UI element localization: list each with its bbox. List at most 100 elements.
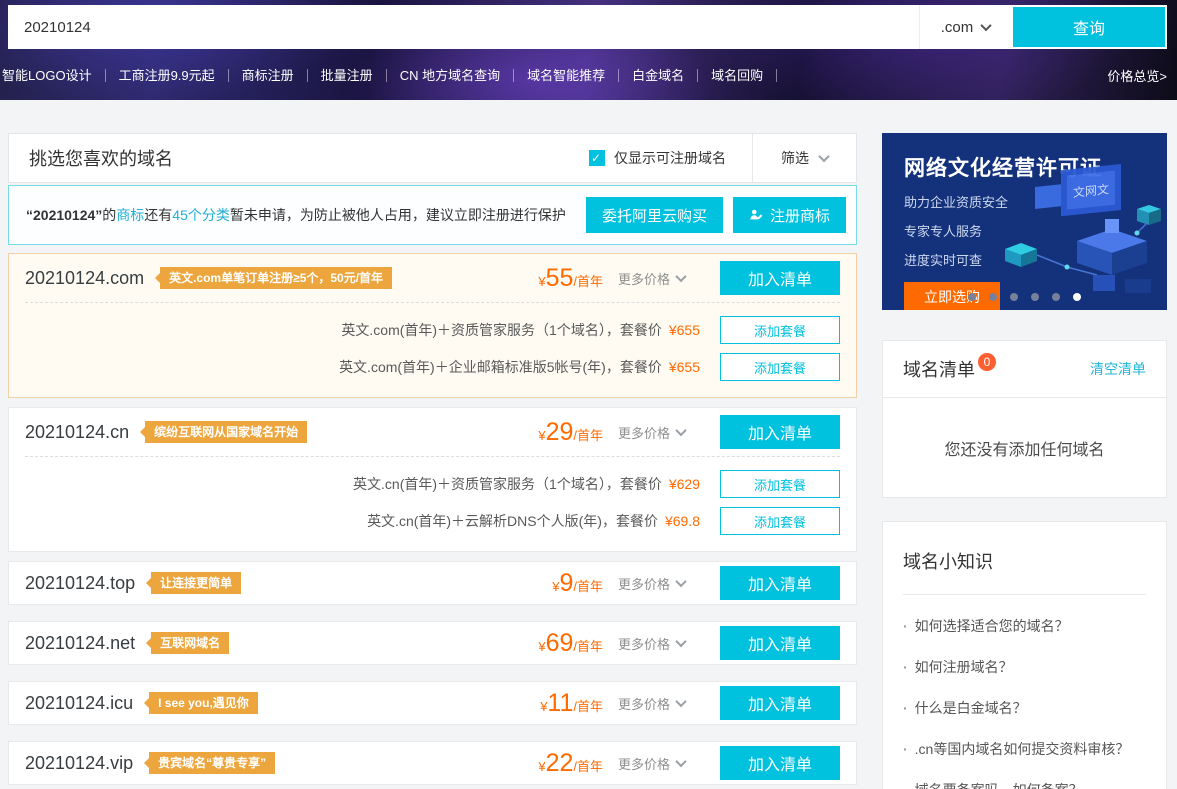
add-to-cart-button[interactable]: 加入清单 bbox=[720, 746, 840, 780]
domain-price: ¥69/首年 bbox=[538, 629, 603, 658]
package-row: 英文.com(首年)＋企业邮箱标准版5帐号(年)，套餐价 ¥655 添加套餐 bbox=[25, 353, 840, 381]
clear-cart-link[interactable]: 清空清单 bbox=[1090, 359, 1146, 379]
more-prices-toggle[interactable]: 更多价格 bbox=[618, 634, 706, 653]
add-package-button[interactable]: 添加套餐 bbox=[720, 316, 840, 344]
register-trademark-button[interactable]: 注册商标 bbox=[733, 197, 846, 233]
more-prices-toggle[interactable]: 更多价格 bbox=[618, 269, 706, 288]
carousel-dot[interactable] bbox=[1031, 293, 1039, 301]
domain-promo-badge: 互联网域名 bbox=[151, 632, 229, 654]
nav-item-domain-buyback[interactable]: 域名回购 bbox=[698, 69, 777, 82]
tld-select[interactable]: .com bbox=[919, 5, 1011, 49]
add-to-cart-button[interactable]: 加入清单 bbox=[720, 686, 840, 720]
tip-link[interactable]: 什么是白金域名？ bbox=[903, 698, 1146, 718]
domain-name: 20210124.vip bbox=[25, 753, 133, 774]
domain-row: 20210124.cn 缤纷互联网从国家域名开始 ¥29/首年 更多价格 加入清… bbox=[25, 408, 840, 456]
sidebar: 网络文化经营许可证 助力企业资质安全 专家专人服务 进度实时可查 立即选购 文网… bbox=[882, 133, 1167, 789]
domain-name: 20210124.icu bbox=[25, 693, 133, 714]
carousel-dot[interactable] bbox=[1052, 293, 1060, 301]
nav-item-smart-recommend[interactable]: 域名智能推荐 bbox=[514, 69, 619, 82]
tip-link[interactable]: 如何注册域名？ bbox=[903, 657, 1146, 677]
top-header: .com 查询 智能LOGO设计 工商注册9.9元起 商标注册 批量注册 CN … bbox=[0, 0, 1177, 100]
carousel-dot[interactable] bbox=[968, 293, 976, 301]
domain-name: 20210124.top bbox=[25, 573, 135, 594]
tip-link[interactable]: 如何选择适合您的域名？ bbox=[903, 616, 1146, 636]
top-nav: 智能LOGO设计 工商注册9.9元起 商标注册 批量注册 CN 地方域名查询 域… bbox=[0, 61, 1167, 89]
chevron-down-icon bbox=[675, 756, 686, 767]
add-to-cart-button[interactable]: 加入清单 bbox=[720, 415, 840, 449]
add-package-button[interactable]: 添加套餐 bbox=[720, 507, 840, 535]
only-available-label: 仅显示可注册域名 bbox=[614, 148, 726, 168]
list-header-controls: 仅显示可注册域名 筛选 bbox=[589, 134, 856, 182]
only-available-toggle[interactable]: 仅显示可注册域名 bbox=[589, 148, 752, 168]
domain-cart-card: 域名清单 0 清空清单 您还没有添加任何域名 bbox=[882, 340, 1167, 498]
carousel-dots bbox=[882, 293, 1167, 301]
package-price: ¥629 bbox=[669, 476, 700, 492]
tip-link[interactable]: .cn等国内域名如何提交资料审核？ bbox=[903, 739, 1146, 759]
chevron-down-icon bbox=[981, 20, 992, 31]
tld-selected-value: .com bbox=[941, 19, 974, 36]
chevron-down-icon bbox=[675, 696, 686, 707]
nav-item-cn-local-domain[interactable]: CN 地方域名查询 bbox=[387, 69, 514, 82]
categories-link[interactable]: 45个分类 bbox=[172, 207, 230, 223]
package-price: ¥655 bbox=[669, 359, 700, 375]
query-button[interactable]: 查询 bbox=[1013, 7, 1165, 47]
domain-name: 20210124.cn bbox=[25, 422, 129, 443]
more-prices-toggle[interactable]: 更多价格 bbox=[618, 754, 706, 773]
cart-count-badge: 0 bbox=[978, 353, 996, 371]
add-to-cart-button[interactable]: 加入清单 bbox=[720, 261, 840, 295]
package-price: ¥655 bbox=[669, 322, 700, 338]
banner-line: 助力企业资质安全 bbox=[904, 192, 1167, 211]
checked-checkbox-icon[interactable] bbox=[589, 150, 605, 166]
domain-search-bar: .com 查询 bbox=[8, 5, 1167, 49]
cart-empty-message: 您还没有添加任何域名 bbox=[883, 398, 1166, 497]
domain-block-cn: 20210124.cn 缤纷互联网从国家域名开始 ¥29/首年 更多价格 加入清… bbox=[8, 407, 857, 552]
entrust-buy-button[interactable]: 委托阿里云购买 bbox=[586, 197, 723, 233]
filter-label: 筛选 bbox=[781, 148, 809, 168]
add-package-button[interactable]: 添加套餐 bbox=[720, 353, 840, 381]
carousel-dot[interactable] bbox=[989, 293, 997, 301]
banner-line: 专家专人服务 bbox=[904, 221, 1167, 240]
package-area: 英文.com(首年)＋资质管家服务（1个域名），套餐价 ¥655 添加套餐 英文… bbox=[25, 302, 840, 397]
price-overview-link[interactable]: 价格总览> bbox=[1107, 66, 1167, 85]
domain-promo-badge: 缤纷互联网从国家域名开始 bbox=[145, 421, 307, 443]
package-row: 英文.cn(首年)＋资质管家服务（1个域名），套餐价 ¥629 添加套餐 bbox=[25, 470, 840, 498]
chevron-down-icon bbox=[675, 271, 686, 282]
domain-block-vip: 20210124.vip 贵宾域名“尊贵专享” ¥22/首年 更多价格 加入清单 bbox=[8, 741, 857, 785]
tip-link[interactable]: 域名要备案吗，如何备案？ bbox=[903, 780, 1146, 789]
nav-item-business-registration[interactable]: 工商注册9.9元起 bbox=[106, 69, 229, 82]
search-input[interactable] bbox=[8, 5, 919, 49]
package-price: ¥69.8 bbox=[665, 513, 700, 529]
notice-domain-name: “20210124” bbox=[26, 207, 102, 223]
domain-price: ¥9/首年 bbox=[552, 569, 603, 598]
trademark-link[interactable]: 商标 bbox=[116, 207, 144, 223]
domain-price: ¥29/首年 bbox=[538, 418, 603, 447]
more-prices-toggle[interactable]: 更多价格 bbox=[618, 694, 706, 713]
nav-item-logo-design[interactable]: 智能LOGO设计 bbox=[0, 69, 106, 82]
more-prices-toggle[interactable]: 更多价格 bbox=[618, 423, 706, 442]
domain-row: 20210124.com 英文.com单笔订单注册≥5个，50元/首年 ¥55/… bbox=[25, 254, 840, 302]
domain-block-top: 20210124.top 让连接更简单 ¥9/首年 更多价格 加入清单 bbox=[8, 561, 857, 605]
filter-dropdown[interactable]: 筛选 bbox=[752, 134, 856, 182]
more-prices-toggle[interactable]: 更多价格 bbox=[618, 574, 706, 593]
add-to-cart-button[interactable]: 加入清单 bbox=[720, 566, 840, 600]
carousel-dot-active[interactable] bbox=[1073, 293, 1081, 301]
trademark-notice: “20210124”的商标还有45个分类暂未申请，为防止被他人占用，建议立即注册… bbox=[8, 185, 857, 245]
add-to-cart-button[interactable]: 加入清单 bbox=[720, 626, 840, 660]
nav-item-bulk-registration[interactable]: 批量注册 bbox=[308, 69, 387, 82]
package-row: 英文.cn(首年)＋云解析DNS个人版(年)，套餐价 ¥69.8 添加套餐 bbox=[25, 507, 840, 535]
domain-tips-title: 域名小知识 bbox=[903, 548, 1146, 574]
chevron-down-icon bbox=[675, 425, 686, 436]
carousel-dot[interactable] bbox=[1010, 293, 1018, 301]
package-area: 英文.cn(首年)＋资质管家服务（1个域名），套餐价 ¥629 添加套餐 英文.… bbox=[25, 456, 840, 551]
domain-cart-title: 域名清单 bbox=[903, 356, 975, 382]
page-content: 挑选您喜欢的域名 仅显示可注册域名 筛选 “20210124”的商标还有45个分… bbox=[0, 100, 1177, 789]
domain-price: ¥55/首年 bbox=[538, 264, 603, 293]
chevron-down-icon bbox=[675, 636, 686, 647]
divider bbox=[903, 594, 1146, 595]
nav-item-premium-domain[interactable]: 白金域名 bbox=[619, 69, 698, 82]
package-row: 英文.com(首年)＋资质管家服务（1个域名），套餐价 ¥655 添加套餐 bbox=[25, 316, 840, 344]
nav-item-trademark-registration[interactable]: 商标注册 bbox=[229, 69, 308, 82]
add-package-button[interactable]: 添加套餐 bbox=[720, 470, 840, 498]
promo-banner[interactable]: 网络文化经营许可证 助力企业资质安全 专家专人服务 进度实时可查 立即选购 文网… bbox=[882, 133, 1167, 310]
domain-block-com: 20210124.com 英文.com单笔订单注册≥5个，50元/首年 ¥55/… bbox=[8, 253, 857, 398]
